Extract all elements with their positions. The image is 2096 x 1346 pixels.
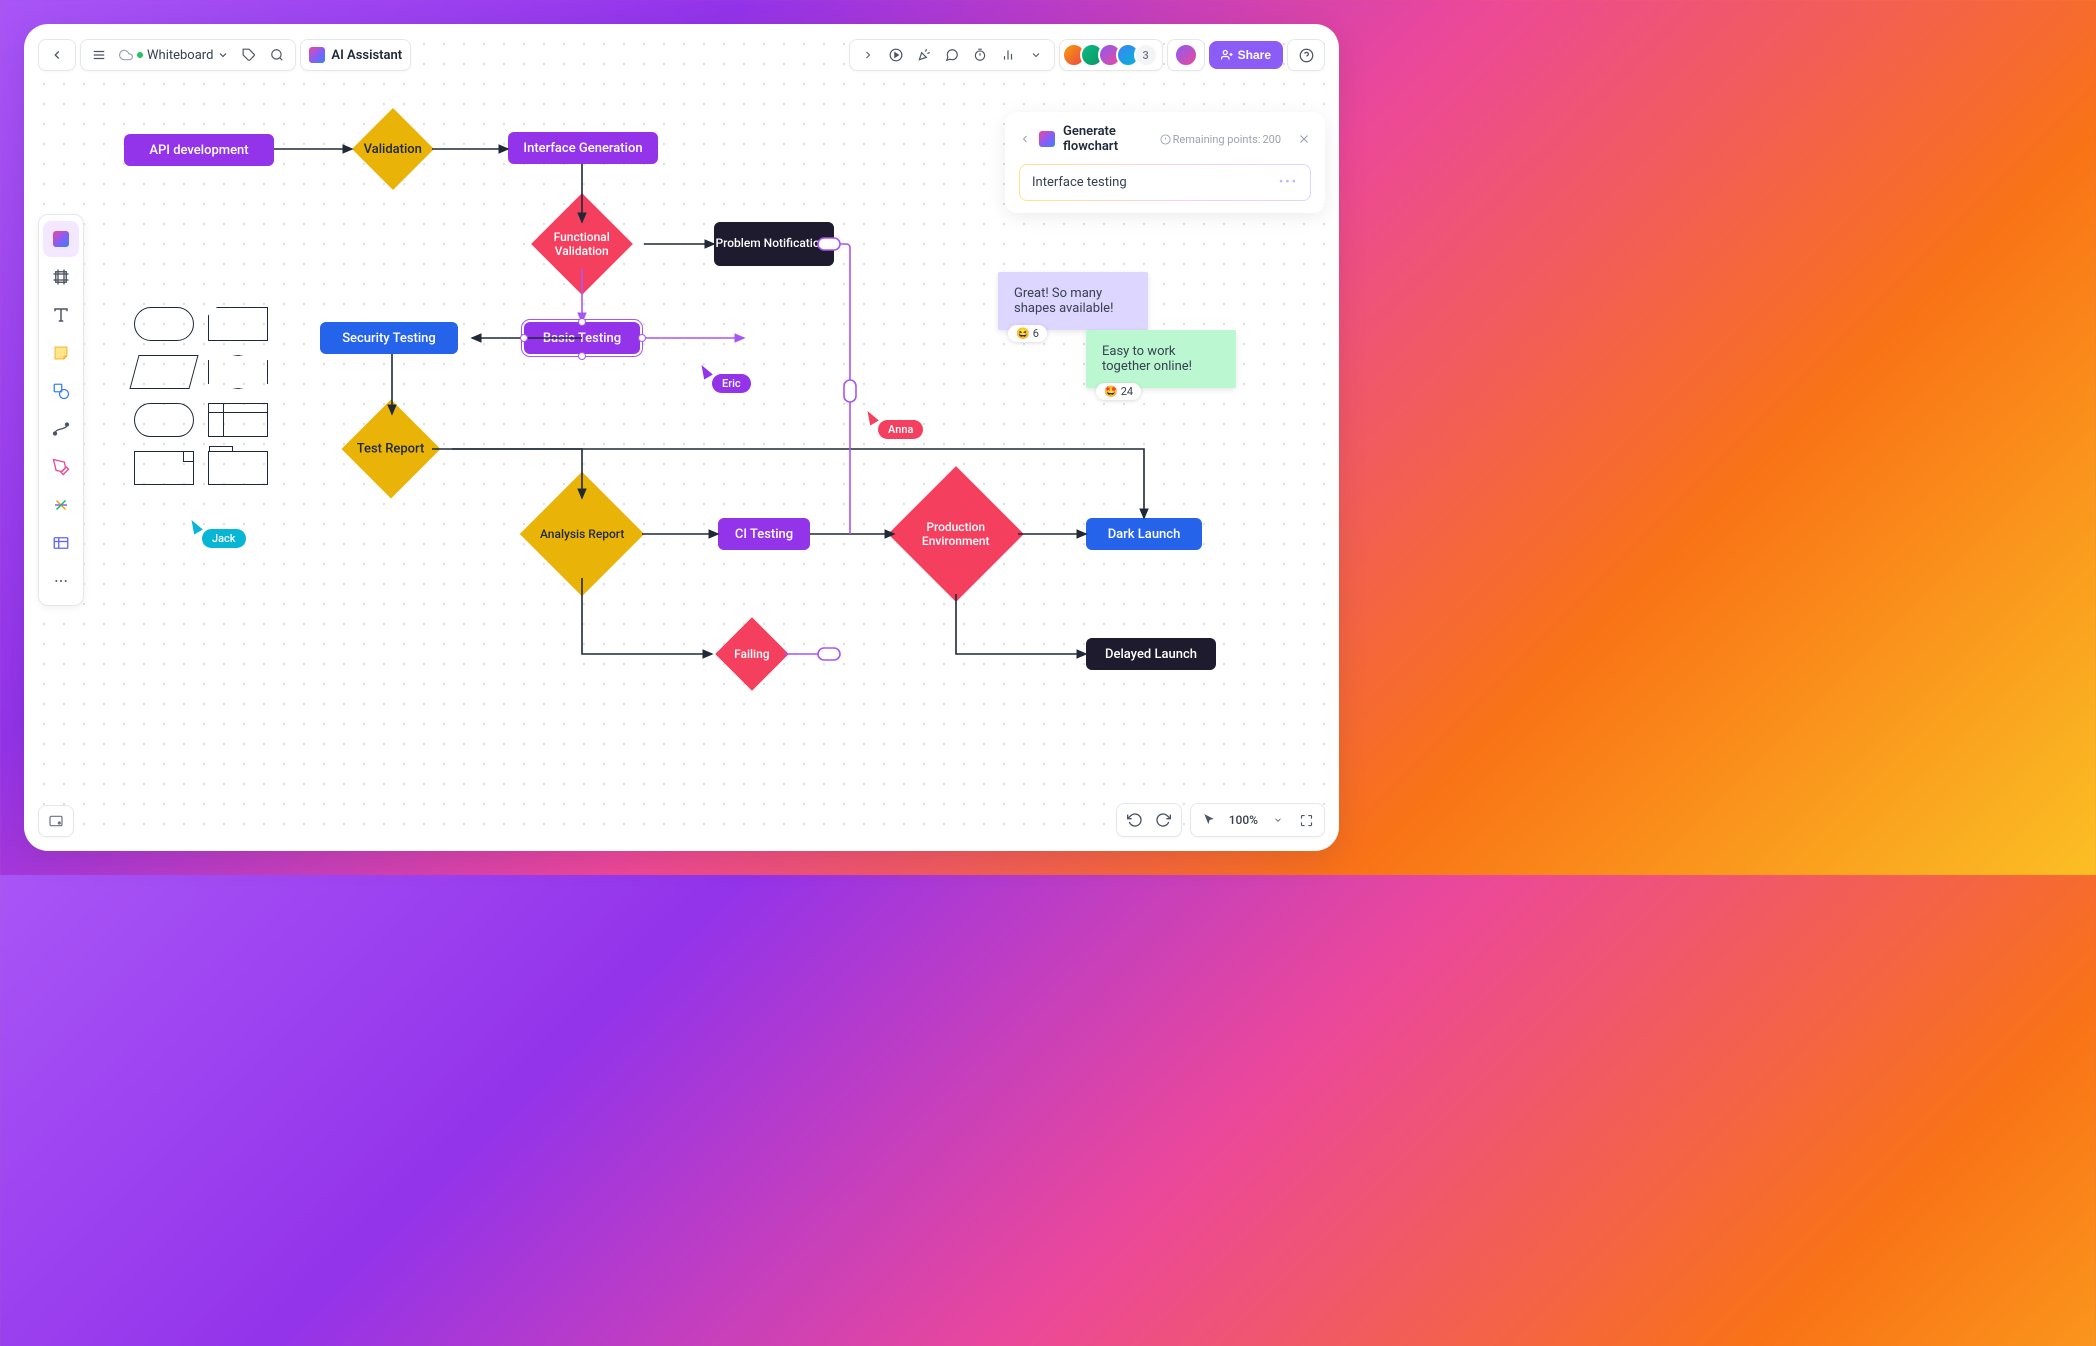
shape-folder[interactable] <box>208 451 268 485</box>
ai-logo-icon <box>309 47 325 63</box>
tag-button[interactable] <box>235 41 263 69</box>
collaborator-avatars[interactable]: 3 <box>1064 43 1158 67</box>
node-validation[interactable]: Validation <box>352 108 434 190</box>
sync-status-icon <box>137 52 143 58</box>
timer-icon[interactable] <box>966 41 994 69</box>
node-test-report[interactable]: Test Report <box>342 400 441 499</box>
fit-view-button[interactable] <box>1292 806 1320 834</box>
ai-logo-icon <box>1039 131 1055 147</box>
app-window: Whiteboard AI Assistant <box>24 24 1339 851</box>
node-api-development[interactable]: API development <box>124 134 274 166</box>
back-button[interactable] <box>43 41 71 69</box>
loading-dots-icon: ••• <box>1279 175 1298 190</box>
ai-assistant-button[interactable]: AI Assistant <box>300 39 411 71</box>
connector-tool[interactable] <box>43 411 79 447</box>
ai-panel-title: Generate flowchart <box>1063 124 1152 154</box>
panel-back-icon[interactable] <box>1019 133 1031 145</box>
cursor-eric: Eric <box>712 374 751 393</box>
redo-button[interactable] <box>1149 806 1177 834</box>
templates-tool[interactable] <box>43 221 79 257</box>
sticky-reaction[interactable]: 🤩 24 <box>1096 383 1141 400</box>
search-button[interactable] <box>263 41 291 69</box>
comment-icon[interactable] <box>938 41 966 69</box>
sticky-reaction[interactable]: 😆 6 <box>1008 325 1047 342</box>
cursor-jack: Jack <box>202 529 246 548</box>
bottom-right-controls: 100% <box>1116 803 1325 837</box>
more-tools-icon[interactable] <box>1022 41 1050 69</box>
ai-generate-panel: Generate flowchart Remaining points:200 … <box>1005 112 1325 213</box>
expand-right-icon[interactable] <box>854 41 882 69</box>
shape-table[interactable] <box>208 403 268 437</box>
close-icon[interactable] <box>1297 132 1311 146</box>
top-toolbar: Whiteboard AI Assistant <box>38 38 1325 72</box>
node-problem-notifications[interactable]: Problem Notifications <box>714 222 834 266</box>
shape-cylinder[interactable] <box>134 403 194 437</box>
minimap-toggle[interactable] <box>38 805 74 837</box>
node-functional-validation[interactable]: Functional Validation <box>531 193 633 295</box>
avatar-overflow-count: 3 <box>1134 43 1158 67</box>
node-failing[interactable]: Failing <box>715 617 789 691</box>
tool-sidebar <box>38 214 84 606</box>
zoom-dropdown[interactable] <box>1264 806 1292 834</box>
node-basic-testing[interactable]: Basic Testing <box>524 322 640 354</box>
mindmap-tool[interactable] <box>43 487 79 523</box>
node-interface-generation[interactable]: Interface Generation <box>508 132 658 164</box>
ai-points-label: Remaining points:200 <box>1160 133 1281 146</box>
chart-icon[interactable] <box>994 41 1022 69</box>
templates-icon <box>53 231 69 247</box>
menu-button[interactable] <box>85 41 113 69</box>
node-dark-launch[interactable]: Dark Launch <box>1086 518 1202 550</box>
shape-card[interactable] <box>208 307 268 341</box>
node-ci-testing[interactable]: CI Testing <box>718 518 810 550</box>
cursor-anna: Anna <box>878 420 923 439</box>
node-security-testing[interactable]: Security Testing <box>320 322 458 354</box>
node-analysis-report[interactable]: Analysis Report <box>520 472 644 596</box>
pen-tool[interactable] <box>43 449 79 485</box>
shape-tool[interactable] <box>43 373 79 409</box>
shape-wave[interactable] <box>208 355 268 389</box>
sticky-note-1[interactable]: Great! So many shapes available! 😆 6 <box>998 272 1148 330</box>
frame-tool[interactable] <box>43 259 79 295</box>
node-production-environment[interactable]: Production Environment <box>888 466 1024 602</box>
document-selector[interactable]: Whiteboard <box>113 48 235 63</box>
ai-prompt-input[interactable]: Interface testing ••• <box>1019 164 1311 201</box>
play-icon[interactable] <box>882 41 910 69</box>
zoom-level[interactable]: 100% <box>1223 813 1264 827</box>
document-name: Whiteboard <box>147 48 213 63</box>
share-button[interactable]: Share <box>1209 41 1283 69</box>
node-delayed-launch[interactable]: Delayed Launch <box>1086 638 1216 670</box>
more-tools[interactable] <box>43 563 79 599</box>
confetti-icon[interactable] <box>910 41 938 69</box>
table-tool[interactable] <box>43 525 79 561</box>
shape-palette <box>134 307 268 499</box>
cursor-tool[interactable] <box>1195 806 1223 834</box>
help-icon[interactable] <box>1292 41 1320 69</box>
sticky-note-2[interactable]: Easy to work together online! 🤩 24 <box>1086 330 1236 388</box>
current-user-avatar[interactable] <box>1174 43 1198 67</box>
shape-page[interactable] <box>134 451 194 485</box>
undo-button[interactable] <box>1121 806 1149 834</box>
text-tool[interactable] <box>43 297 79 333</box>
shape-parallelogram[interactable] <box>129 355 198 389</box>
sticky-note-tool[interactable] <box>43 335 79 371</box>
shape-rounded-rect[interactable] <box>134 307 194 341</box>
